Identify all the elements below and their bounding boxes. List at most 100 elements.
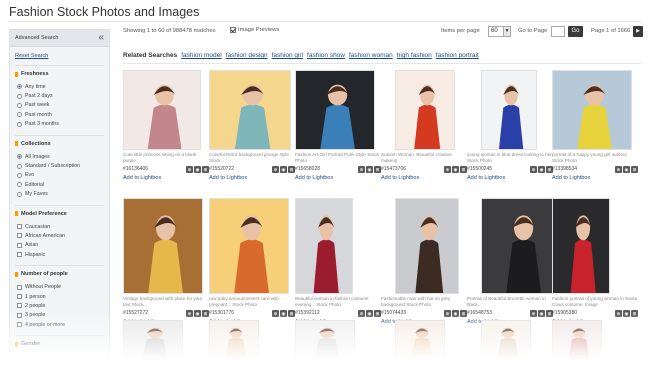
filter-radio-option[interactable]: Evo <box>15 171 104 180</box>
add-to-lightbox-link[interactable]: Add to Lightbox <box>381 175 419 181</box>
zoom-icon[interactable]: ⊕ <box>615 165 622 173</box>
checkbox[interactable] <box>17 233 22 239</box>
image-thumbnail[interactable] <box>481 198 561 294</box>
image-caption[interactable]: Vintage background with place for your t… <box>123 296 209 307</box>
image-thumbnail[interactable] <box>395 198 459 294</box>
image-previews-toggle[interactable]: Image Previews <box>230 27 279 33</box>
related-search-link[interactable]: fashion show <box>307 52 345 59</box>
checkbox[interactable] <box>17 252 22 258</box>
zoom-icon[interactable]: ⊕ <box>444 165 451 173</box>
image-caption[interactable]: Autumn Woman. Beautiful creative makeup <box>381 152 467 163</box>
image-thumbnail[interactable] <box>209 70 291 150</box>
reset-search-link[interactable]: Reset Search <box>15 53 109 59</box>
image-thumbnail[interactable] <box>481 70 537 150</box>
filter-section-title[interactable]: Number of people <box>15 265 104 277</box>
checkbox[interactable] <box>17 294 22 300</box>
zoom-icon[interactable]: ⊕ <box>530 165 537 173</box>
image-thumbnail[interactable] <box>395 70 455 150</box>
image-caption[interactable]: young woman in blue dress looking to her… <box>467 152 553 163</box>
filter-radio-option[interactable]: All Images <box>15 152 104 161</box>
related-search-link[interactable]: fashion girl <box>272 52 303 59</box>
related-search-link[interactable]: fashion design <box>226 52 268 59</box>
filter-radio-option[interactable]: Past month <box>15 110 104 119</box>
image-thumbnail[interactable] <box>123 70 201 150</box>
image-thumbnail[interactable] <box>209 198 289 294</box>
camera-icon[interactable]: ◉ <box>194 165 201 173</box>
image-thumbnail[interactable] <box>123 198 203 294</box>
radio-button[interactable] <box>17 121 22 127</box>
radio-button[interactable] <box>17 172 22 178</box>
image-caption[interactable]: Fashionable man with hat on grey backgro… <box>381 296 467 307</box>
filter-radio-option[interactable]: Any time <box>15 82 104 91</box>
radio-button[interactable] <box>17 84 22 90</box>
camera-icon[interactable]: ◉ <box>452 165 459 173</box>
filter-checkbox-option[interactable]: African American <box>15 231 104 240</box>
radio-button[interactable] <box>17 191 22 197</box>
image-caption[interactable]: raw baby announcement card with pregnant… <box>209 296 295 307</box>
goto-page-input[interactable] <box>551 26 565 37</box>
filter-checkbox-option[interactable]: 2 people <box>15 301 104 310</box>
cart-icon[interactable]: ⊞ <box>374 165 381 173</box>
related-search-link[interactable]: high fashion <box>397 52 432 59</box>
radio-button[interactable] <box>17 102 22 108</box>
radio-button[interactable] <box>17 163 22 169</box>
zoom-icon[interactable]: ⊕ <box>272 165 279 173</box>
image-caption[interactable]: Fashion Art Girl Portrait Punk Style Sto… <box>295 152 381 163</box>
checkbox[interactable] <box>17 303 22 309</box>
image-thumbnail[interactable] <box>552 70 632 150</box>
go-button[interactable]: Go <box>568 26 583 37</box>
related-search-link[interactable]: fashion model <box>181 52 221 59</box>
radio-button[interactable] <box>17 182 22 188</box>
add-to-lightbox-link[interactable]: Add to Lightbox <box>209 175 247 181</box>
image-previews-checkbox[interactable] <box>230 27 236 33</box>
filter-checkbox-option[interactable]: Without People <box>15 282 104 291</box>
checkbox[interactable] <box>17 224 22 230</box>
image-caption[interactable]: Beautiful woman in fashion costume eveni… <box>295 296 381 307</box>
filter-checkbox-option[interactable]: 1 person <box>15 292 104 301</box>
checkbox[interactable] <box>17 242 22 248</box>
camera-icon[interactable]: ◉ <box>538 165 545 173</box>
radio-button[interactable] <box>17 154 22 160</box>
zoom-icon[interactable]: ⊕ <box>358 165 365 173</box>
cart-icon[interactable]: ⊞ <box>288 165 295 173</box>
filter-radio-option[interactable]: Editorial <box>15 180 104 189</box>
items-per-page-select[interactable]: 60 ▼ <box>488 26 511 37</box>
filter-radio-option[interactable]: Past 2 days <box>15 91 104 100</box>
image-caption[interactable]: portrait of a happy young girl outdoor S… <box>552 152 638 163</box>
image-caption[interactable]: Fashion portrait of young woman in Santa… <box>552 296 638 307</box>
image-thumbnail[interactable] <box>552 198 610 294</box>
filter-radio-option[interactable]: Past 3 months <box>15 120 104 129</box>
next-arrow-icon[interactable]: ▶ <box>633 26 643 37</box>
cart-icon[interactable]: ⊞ <box>631 165 638 173</box>
filter-checkbox-option[interactable]: Caucasian <box>15 222 104 231</box>
image-thumbnail[interactable] <box>295 70 375 150</box>
camera-icon[interactable]: ◉ <box>623 165 630 173</box>
filter-radio-option[interactable]: Standard / Subscription <box>15 161 104 170</box>
add-to-lightbox-link[interactable]: Add to Lightbox <box>123 175 161 181</box>
related-search-link[interactable]: fashion portrait <box>436 52 479 59</box>
checkbox[interactable] <box>17 284 22 290</box>
camera-icon[interactable]: ◉ <box>280 165 287 173</box>
filter-section-title[interactable]: Model Preference <box>15 204 104 217</box>
cart-icon[interactable]: ⊞ <box>202 165 209 173</box>
radio-button[interactable] <box>17 112 22 118</box>
filter-radio-option[interactable]: Past week <box>15 101 104 110</box>
radio-button[interactable] <box>17 93 22 99</box>
camera-icon[interactable]: ◉ <box>366 165 373 173</box>
image-caption[interactable]: Cute little princess sitting on a blank … <box>123 152 209 163</box>
image-thumbnail[interactable] <box>295 198 353 294</box>
filter-checkbox-option[interactable]: Hispanic <box>15 250 104 259</box>
cart-icon[interactable]: ⊞ <box>460 165 467 173</box>
filter-radio-option[interactable]: My Faves <box>15 190 104 199</box>
add-to-lightbox-link[interactable]: Add to Lightbox <box>467 175 505 181</box>
add-to-lightbox-link[interactable]: Add to Lightbox <box>552 175 590 181</box>
zoom-icon[interactable]: ⊕ <box>186 165 193 173</box>
add-to-lightbox-link[interactable]: Add to Lightbox <box>295 175 333 181</box>
collapse-icon[interactable]: « <box>98 33 104 43</box>
image-caption[interactable]: Portrait of Beautiful Brunette woman in … <box>467 296 553 307</box>
filter-section-title[interactable]: Freshness <box>15 65 104 77</box>
filter-checkbox-option[interactable]: Asian <box>15 241 104 250</box>
image-caption[interactable]: Colorful Retro background grunge style S… <box>209 152 295 163</box>
related-search-link[interactable]: fashion woman <box>349 52 393 59</box>
filter-section-title[interactable]: Collections <box>15 134 104 147</box>
